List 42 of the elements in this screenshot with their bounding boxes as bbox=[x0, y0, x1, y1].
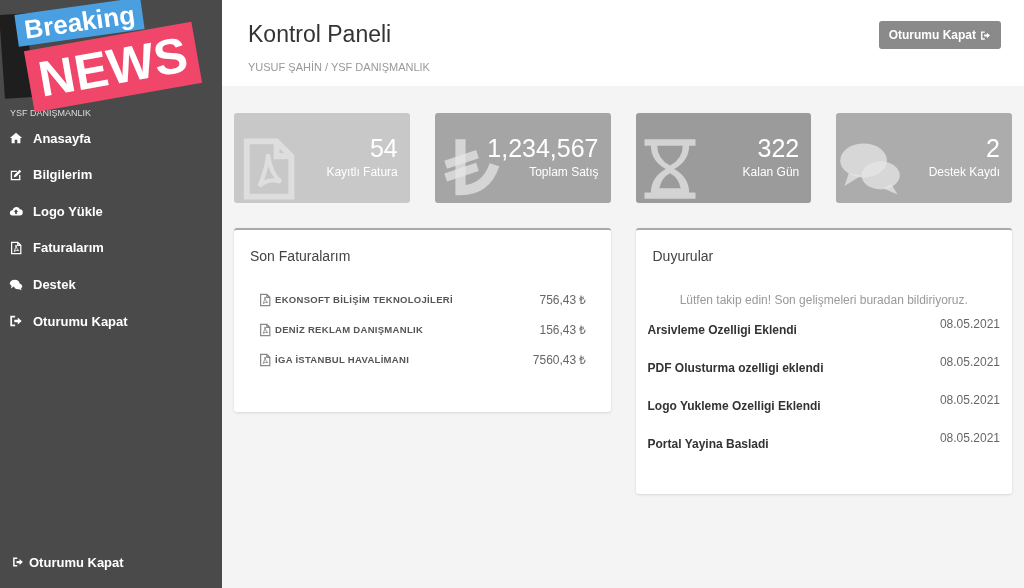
chat-bubbles-icon bbox=[9, 277, 23, 292]
logout-link[interactable]: Oturumu Kapat bbox=[0, 552, 222, 588]
stat-label: Toplam Satış bbox=[529, 163, 599, 181]
nav-item[interactable]: Bilgilerim bbox=[0, 156, 222, 194]
announcement-title[interactable]: PDF Olusturma ozelligi eklendi bbox=[647, 359, 824, 391]
breadcrumb: YUSUF ŞAHİN / YSF DANIŞMANLIK bbox=[248, 59, 430, 75]
panel-title: Son Faturalarım bbox=[250, 247, 352, 266]
sign-out-icon bbox=[980, 29, 991, 41]
announcement-date: 08.05.2021 bbox=[939, 316, 1000, 333]
announcement-intro: Lütfen takip edin! Son gelişmeleri buradan bildiriyoruz. bbox=[678, 292, 969, 309]
announcement-title[interactable]: Logo Yukleme Ozelligi Eklendi bbox=[647, 397, 821, 429]
invoice-amount: 156,43 ₺ bbox=[539, 322, 587, 339]
edit-icon bbox=[9, 167, 23, 182]
sign-out-icon bbox=[9, 314, 23, 329]
pdf-file-icon bbox=[9, 241, 23, 256]
invoice-name[interactable]: DENİZ REKLAM DANIŞMANLIK bbox=[275, 322, 424, 338]
nav-item[interactable]: Destek bbox=[0, 266, 222, 303]
pdf-file-icon bbox=[258, 323, 272, 337]
nav-item[interactable]: Logo Yükle bbox=[0, 193, 222, 230]
announcement-title[interactable]: Arsivleme Ozelligi Eklendi bbox=[647, 321, 797, 353]
stat-label: Kalan Gün bbox=[742, 163, 800, 181]
nav-item[interactable]: Anasayfa bbox=[0, 120, 222, 157]
pdf-file-icon bbox=[258, 353, 272, 367]
stat-value: 322 bbox=[757, 135, 800, 161]
stat-value: 1,234,567 bbox=[487, 135, 599, 161]
home-icon bbox=[9, 131, 23, 146]
invoice-name[interactable]: EKONSOFT BİLİŞİM TEKNOLOJİLERİ bbox=[275, 292, 453, 308]
announcement-date: 08.05.2021 bbox=[939, 354, 1000, 371]
stat-label: Destek Kaydı bbox=[928, 163, 1000, 181]
invoice-name[interactable]: İGA İSTANBUL HAVALİMANI bbox=[275, 352, 410, 368]
stat-value: 2 bbox=[986, 135, 1000, 161]
nav-item[interactable]: Oturumu Kapat bbox=[0, 302, 222, 340]
invoice-amount: 756,43 ₺ bbox=[539, 292, 587, 309]
pdf-file-icon bbox=[258, 293, 272, 307]
sign-out-icon bbox=[12, 556, 24, 569]
invoice-amount: 7560,43 ₺ bbox=[532, 352, 587, 369]
announcement-date: 08.05.2021 bbox=[939, 392, 1000, 409]
panel-title: Duyurular bbox=[651, 247, 715, 266]
announcement-title[interactable]: Portal Yayina Basladi bbox=[647, 435, 769, 467]
nav-item[interactable]: Faturalarım bbox=[0, 229, 222, 267]
announcement-date: 08.05.2021 bbox=[939, 430, 1000, 447]
page-title: Kontrol Paneli bbox=[248, 20, 393, 49]
